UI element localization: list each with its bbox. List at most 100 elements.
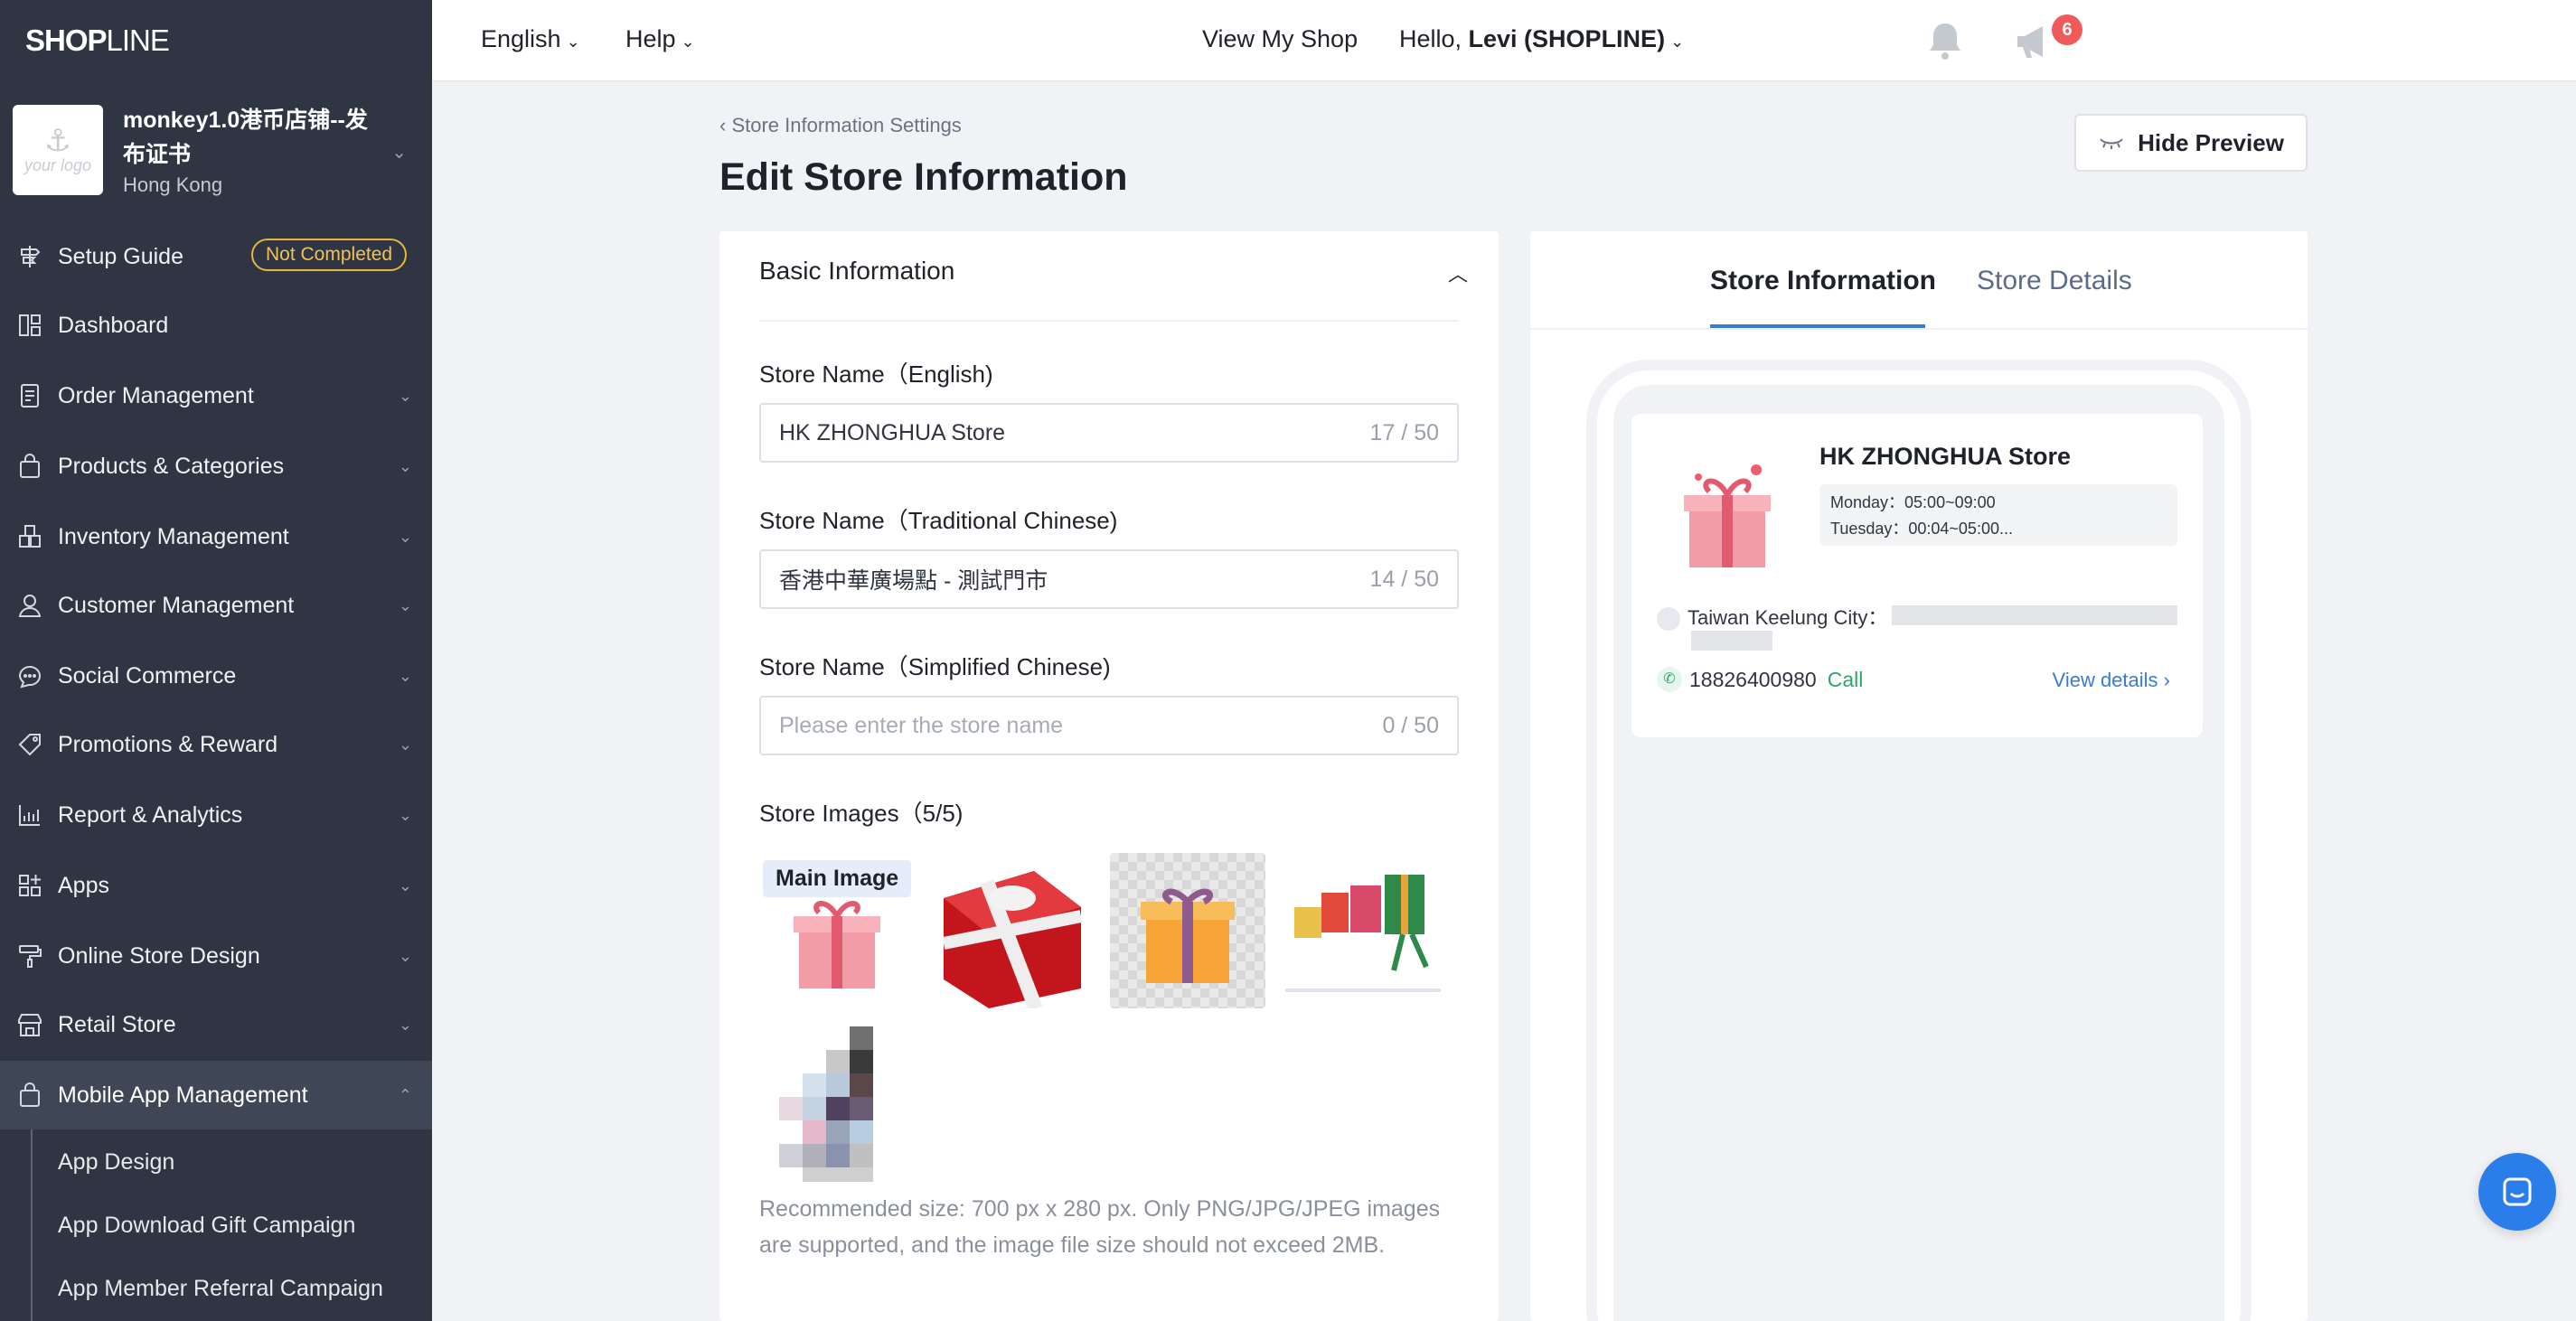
store-name-simplified-input[interactable]: Please enter the store name 0 / 50 (759, 696, 1459, 755)
chevron-up-icon[interactable]: ︿ (1448, 258, 1468, 287)
user-name: Levi (SHOPLINE) (1468, 25, 1666, 52)
colorful-gifts-image (1285, 875, 1441, 992)
sidebar-item-label: Promotions & Reward (58, 731, 278, 757)
sidebar: SHOPLINE ⚓ your logo monkey1.0港币店铺--发布证书… (0, 0, 432, 1321)
chevron-down-icon: ⌄ (398, 527, 412, 546)
sidebar-subitem-app-download-gift[interactable]: App Download Gift Campaign (58, 1213, 355, 1239)
sidebar-item-label: Mobile App Management (58, 1082, 308, 1108)
phone-screen: HK ZHONGHUA Store Monday：05:00~09:00 Tue… (1613, 385, 2224, 1321)
sidebar-item-customers[interactable]: Customer Management ⌄ (0, 571, 432, 640)
sidebar-subitem-app-design[interactable]: App Design (58, 1149, 174, 1176)
bar-chart-icon (14, 800, 45, 830)
sidebar-item-reports[interactable]: Report & Analytics ⌄ (0, 781, 432, 849)
help-menu[interactable]: Help ⌄ (625, 25, 695, 53)
chevron-down-icon[interactable]: ⌄ (391, 141, 407, 164)
view-details-link[interactable]: View details › (2053, 669, 2170, 692)
tab-store-details[interactable]: Store Details (1977, 266, 2132, 296)
sidebar-item-products[interactable]: Products & Categories ⌄ (0, 432, 432, 501)
store-image-5[interactable] (759, 1026, 915, 1182)
store-preview-card: HK ZHONGHUA Store Monday：05:00~09:00 Tue… (1631, 414, 2203, 737)
shopline-logo[interactable]: SHOPLINE (25, 23, 170, 58)
business-hours: Monday：05:00~09:00 Tuesday：00:04~05:00..… (1819, 484, 2177, 546)
sidebar-item-promotions[interactable]: Promotions & Reward ⌄ (0, 710, 432, 779)
char-count: 0 / 50 (1382, 712, 1439, 738)
sidebar-item-label: Online Store Design (58, 942, 260, 969)
hide-preview-label: Hide Preview (2138, 128, 2284, 156)
sidebar-item-social-commerce[interactable]: Social Commerce ⌄ (0, 642, 432, 710)
help-label: Help (625, 25, 676, 52)
phone-frame: HK ZHONGHUA Store Monday：05:00~09:00 Tue… (1586, 360, 2252, 1321)
sidebar-item-label: Report & Analytics (58, 801, 243, 828)
chevron-left-icon: ‹ (719, 114, 732, 136)
sidebar-item-inventory[interactable]: Inventory Management ⌄ (0, 502, 432, 571)
top-bar: English ⌄ Help ⌄ 6 View My Shop Hello, Lev… (432, 0, 2576, 81)
chevron-down-icon: ⌄ (398, 1015, 412, 1034)
store-name-simplified-label: Store Name（Simplified Chinese) (759, 653, 1111, 680)
store-region: Hong Kong (123, 173, 223, 196)
chat-support-button[interactable] (2478, 1153, 2556, 1231)
store-image-main[interactable]: Main Image (759, 853, 915, 1008)
notification-badge: 6 (2052, 14, 2082, 45)
sidebar-item-online-store-design[interactable]: Online Store Design ⌄ (0, 922, 432, 990)
main-image-tag: Main Image (763, 860, 912, 897)
hide-preview-button[interactable]: Hide Preview (2074, 114, 2308, 172)
phone-icon: ✆ (1657, 667, 1682, 692)
sidebar-item-apps[interactable]: Apps ⌄ (0, 851, 432, 920)
tab-store-information[interactable]: Store Information (1710, 266, 1936, 296)
phone-number: 18826400980 (1689, 667, 1817, 691)
sidebar-item-order-management[interactable]: Order Management ⌄ (0, 361, 432, 430)
shopping-bag-icon (14, 1080, 45, 1110)
signpost-icon (14, 241, 45, 272)
char-count: 14 / 50 (1369, 566, 1439, 592)
inventory-icon (14, 521, 45, 552)
sidebar-item-label: Order Management (58, 382, 254, 408)
sidebar-subitem-app-member-referral[interactable]: App Member Referral Campaign (58, 1276, 383, 1302)
hours-line: Tuesday：00:04~05:00... (1830, 520, 2013, 538)
chevron-up-icon: ⌃ (398, 1085, 412, 1104)
chevron-down-icon: ⌄ (398, 946, 412, 965)
sidebar-item-retail-store[interactable]: Retail Store ⌄ (0, 990, 432, 1059)
tag-icon (14, 729, 45, 760)
user-menu[interactable]: Hello, Levi (SHOPLINE) ⌄ (1399, 25, 1684, 53)
input-value: 香港中華廣場點 - 測試門市 (779, 568, 1048, 594)
shopping-bag-icon (14, 451, 45, 482)
chevron-down-icon: ⌄ (566, 33, 580, 51)
sidebar-item-label: Inventory Management (58, 523, 289, 549)
store-icon (14, 1009, 45, 1040)
store-image-2[interactable] (935, 853, 1090, 1008)
store-switcher[interactable]: ⚓ your logo monkey1.0港币店铺--发布证书 Hong Kon… (13, 101, 419, 202)
chevron-down-icon: ⌄ (681, 33, 695, 51)
sidebar-item-label: Social Commerce (58, 662, 237, 689)
sidebar-item-mobile-app[interactable]: Mobile App Management ⌃ (0, 1061, 432, 1129)
location-icon (1657, 607, 1680, 632)
section-title: Basic Information (759, 257, 955, 285)
page-title: Edit Store Information (719, 155, 1128, 199)
sidebar-item-label: Products & Categories (58, 453, 285, 479)
chevron-down-icon: ⌄ (398, 805, 412, 824)
store-images-label: Store Images（5/5) (759, 800, 964, 827)
chat-icon (2503, 1177, 2532, 1206)
image-hint-text: Recommended size: 700 px x 280 px. Only … (759, 1196, 1441, 1258)
language-selector[interactable]: English ⌄ (481, 25, 580, 53)
store-image-4[interactable] (1285, 853, 1441, 1008)
chevron-down-icon: ⌄ (398, 456, 412, 475)
redacted-address (1691, 631, 1772, 651)
megaphone-icon[interactable] (2014, 22, 2057, 61)
store-name-traditional-input[interactable]: 香港中華廣場點 - 測試門市 14 / 50 (759, 549, 1459, 609)
view-my-shop-link[interactable]: View My Shop (1202, 25, 1358, 53)
store-name-english-input[interactable]: HK ZHONGHUA Store 17 / 50 (759, 403, 1459, 463)
language-label: English (481, 25, 561, 52)
breadcrumb[interactable]: ‹ Store Information Settings (719, 114, 962, 137)
sidebar-item-dashboard[interactable]: Dashboard (0, 291, 432, 360)
chevron-right-icon: › (2163, 669, 2170, 691)
chevron-down-icon: ⌄ (398, 595, 412, 614)
divider (1530, 328, 2308, 330)
chevron-down-icon: ⌄ (1670, 33, 1685, 51)
chevron-down-icon: ⌄ (398, 386, 412, 405)
call-link[interactable]: Call (1828, 668, 1864, 692)
view-details-label: View details (2052, 669, 2158, 691)
store-image-3[interactable] (1110, 853, 1265, 1008)
preview-store-name: HK ZHONGHUA Store (1819, 443, 2072, 470)
bell-icon[interactable] (1925, 20, 1965, 61)
store-logo-placeholder: your logo (24, 155, 92, 174)
